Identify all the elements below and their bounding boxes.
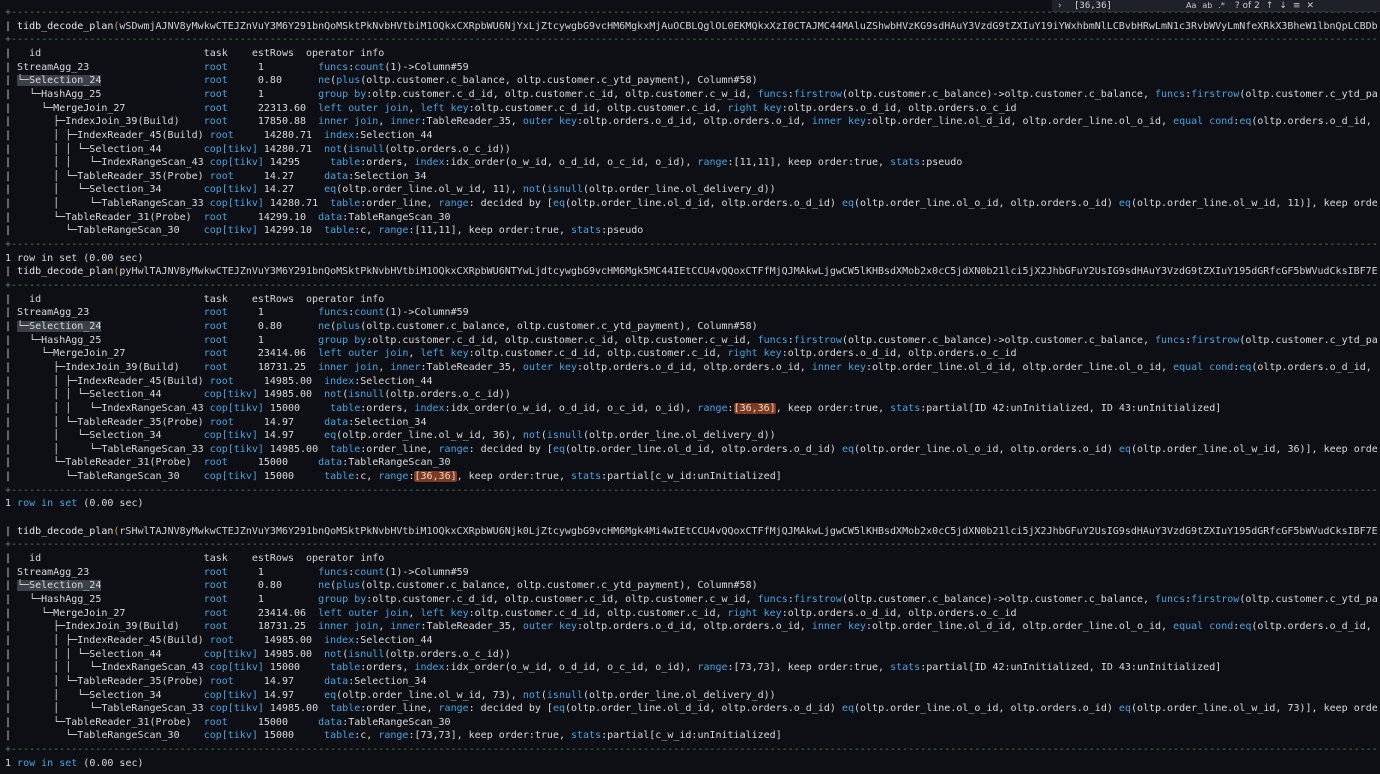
- arrow-down-icon[interactable]: ↓: [1279, 1, 1287, 11]
- plan-row[interactable]: | └─TableRangeScan_30 cop[tikv] 15000 ta…: [5, 470, 1377, 483]
- plan-row[interactable]: | │ │ └─Selection_44 cop[tikv] 14985.00 …: [5, 648, 1377, 661]
- plan-row[interactable]: | └─HashAgg_25 root 1 group by:oltp.cust…: [5, 593, 1377, 606]
- plan-row[interactable]: | StreamAgg_23 root 1 funcs:count(1)->Co…: [5, 61, 1377, 74]
- plan-command-line[interactable]: | tidb_decode_plan(wSDwmjAJNV8yMwkwCTEJZ…: [5, 20, 1377, 33]
- plan-row[interactable]: | │ └─Selection_34 cop[tikv] 14.27 eq(ol…: [5, 183, 1377, 196]
- plan-row[interactable]: | └─Selection_24 root 0.80 ne(plus(oltp.…: [5, 579, 1377, 592]
- search-match: [36,36]: [733, 402, 776, 414]
- plan-row[interactable]: | StreamAgg_23 root 1 funcs:count(1)->Co…: [5, 306, 1377, 319]
- plan-row[interactable]: | │ └─TableReader_35(Probe) root 14.97 d…: [5, 675, 1377, 688]
- separator-line: +---------------------------------------…: [5, 539, 1377, 551]
- plan-row[interactable]: | StreamAgg_23 root 1 funcs:count(1)->Co…: [5, 566, 1377, 579]
- find-input[interactable]: [36,36]: [1074, 1, 1180, 11]
- plan-row[interactable]: | └─MergeJoin_27 root 23414.06 left oute…: [5, 347, 1377, 360]
- plan-row[interactable]: | └─MergeJoin_27 root 22313.60 left oute…: [5, 102, 1377, 115]
- separator-line: +---------------------------------------…: [5, 744, 1377, 756]
- plan-row[interactable]: | └─TableRangeScan_30 cop[tikv] 14299.10…: [5, 224, 1377, 237]
- plan-row[interactable]: | └─TableRangeScan_30 cop[tikv] 15000 ta…: [5, 729, 1377, 742]
- plan-row[interactable]: | └─HashAgg_25 root 1 group by:oltp.cust…: [5, 88, 1377, 101]
- plan-row[interactable]: | ├─IndexJoin_39(Build) root 18731.25 in…: [5, 620, 1377, 633]
- chevron-right-icon[interactable]: ›: [1058, 1, 1068, 11]
- result-footer: 1 row in set (0.00 sec): [5, 498, 144, 510]
- arrow-up-icon[interactable]: ↑: [1266, 1, 1274, 11]
- table-header: | id task estRows operator info: [5, 553, 385, 564]
- plan-row[interactable]: | └─HashAgg_25 root 1 group by:oltp.cust…: [5, 334, 1377, 347]
- plan-row[interactable]: | │ │ └─IndexRangeScan_43 cop[tikv] 1500…: [5, 661, 1377, 674]
- plan-row[interactable]: | │ │ └─IndexRangeScan_43 cop[tikv] 1429…: [5, 156, 1377, 169]
- plan-command-line[interactable]: | tidb_decode_plan(pyHwlTAJNV8yMwkwCTEJZ…: [5, 265, 1377, 278]
- plan-row[interactable]: | │ └─TableRangeScan_33 cop[tikv] 14985.…: [5, 443, 1377, 456]
- plan-row[interactable]: | │ └─Selection_34 cop[tikv] 14.97 eq(ol…: [5, 429, 1377, 442]
- plan-row[interactable]: | │ │ └─IndexRangeScan_43 cop[tikv] 1500…: [5, 402, 1377, 415]
- plan-row[interactable]: | └─TableReader_31(Probe) root 15000 dat…: [5, 456, 1377, 469]
- plan-row[interactable]: | └─Selection_24 root 0.80 ne(plus(oltp.…: [5, 74, 1377, 87]
- close-icon[interactable]: ✕: [1306, 1, 1314, 11]
- separator-line: +---------------------------------------…: [5, 239, 1377, 251]
- plan-row[interactable]: | └─TableReader_31(Probe) root 14299.10 …: [5, 211, 1377, 224]
- plan-row[interactable]: | │ └─TableReader_35(Probe) root 14.27 d…: [5, 170, 1377, 183]
- plan-command-line[interactable]: | tidb_decode_plan(rSHwlTAJNV8yMwkwCTEJZ…: [5, 525, 1377, 538]
- result-footer: 1 row in set (0.00 sec): [5, 252, 144, 264]
- plan-row[interactable]: | │ └─TableReader_35(Probe) root 14.97 d…: [5, 416, 1377, 429]
- plan-row[interactable]: | │ ├─IndexReader_45(Build) root 14280.7…: [5, 129, 1377, 142]
- search-match: [36,36]: [414, 471, 457, 483]
- table-header: | id task estRows operator info: [5, 47, 385, 59]
- find-widget: › [36,36] Aa ab .* ? of 2 ↑ ↓ ≡ ✕: [1052, 0, 1380, 12]
- plan-row[interactable]: | ├─IndexJoin_39(Build) root 17850.88 in…: [5, 115, 1377, 128]
- table-header: | id task estRows operator info: [5, 293, 385, 305]
- plan-row[interactable]: | │ ├─IndexReader_45(Build) root 14985.0…: [5, 375, 1377, 388]
- plan-row[interactable]: | │ ├─IndexReader_45(Build) root 14985.0…: [5, 634, 1377, 647]
- plan-row[interactable]: | │ └─Selection_34 cop[tikv] 14.97 eq(ol…: [5, 689, 1377, 702]
- plan-row[interactable]: | └─TableReader_31(Probe) root 15000 dat…: [5, 716, 1377, 729]
- separator-line: +---------------------------------------…: [5, 34, 1377, 46]
- plan-row[interactable]: | │ │ └─Selection_44 cop[tikv] 14280.71 …: [5, 143, 1377, 156]
- plan-row[interactable]: | └─MergeJoin_27 root 23414.06 left oute…: [5, 607, 1377, 620]
- plan-row[interactable]: | │ │ └─Selection_44 cop[tikv] 14985.00 …: [5, 388, 1377, 401]
- match-count: ? of 2: [1234, 0, 1260, 11]
- result-footer: 1 row in set (0.00 sec): [5, 757, 144, 769]
- plan-row[interactable]: | ├─IndexJoin_39(Build) root 18731.25 in…: [5, 361, 1377, 374]
- whole-word-toggle[interactable]: ab: [1202, 1, 1212, 10]
- plan-row[interactable]: | │ └─TableRangeScan_33 cop[tikv] 14985.…: [5, 702, 1377, 715]
- regex-toggle[interactable]: .*: [1218, 1, 1225, 10]
- plan-row[interactable]: | └─Selection_24 root 0.80 ne(plus(oltp.…: [5, 320, 1377, 333]
- plan-row[interactable]: | │ └─TableRangeScan_33 cop[tikv] 14280.…: [5, 197, 1377, 210]
- separator-line: +---------------------------------------…: [5, 280, 1377, 291]
- match-case-toggle[interactable]: Aa: [1186, 1, 1196, 10]
- terminal[interactable]: +---------------------------------------…: [0, 0, 1380, 774]
- menu-icon[interactable]: ≡: [1293, 1, 1301, 11]
- separator-line: +---------------------------------------…: [5, 484, 1377, 496]
